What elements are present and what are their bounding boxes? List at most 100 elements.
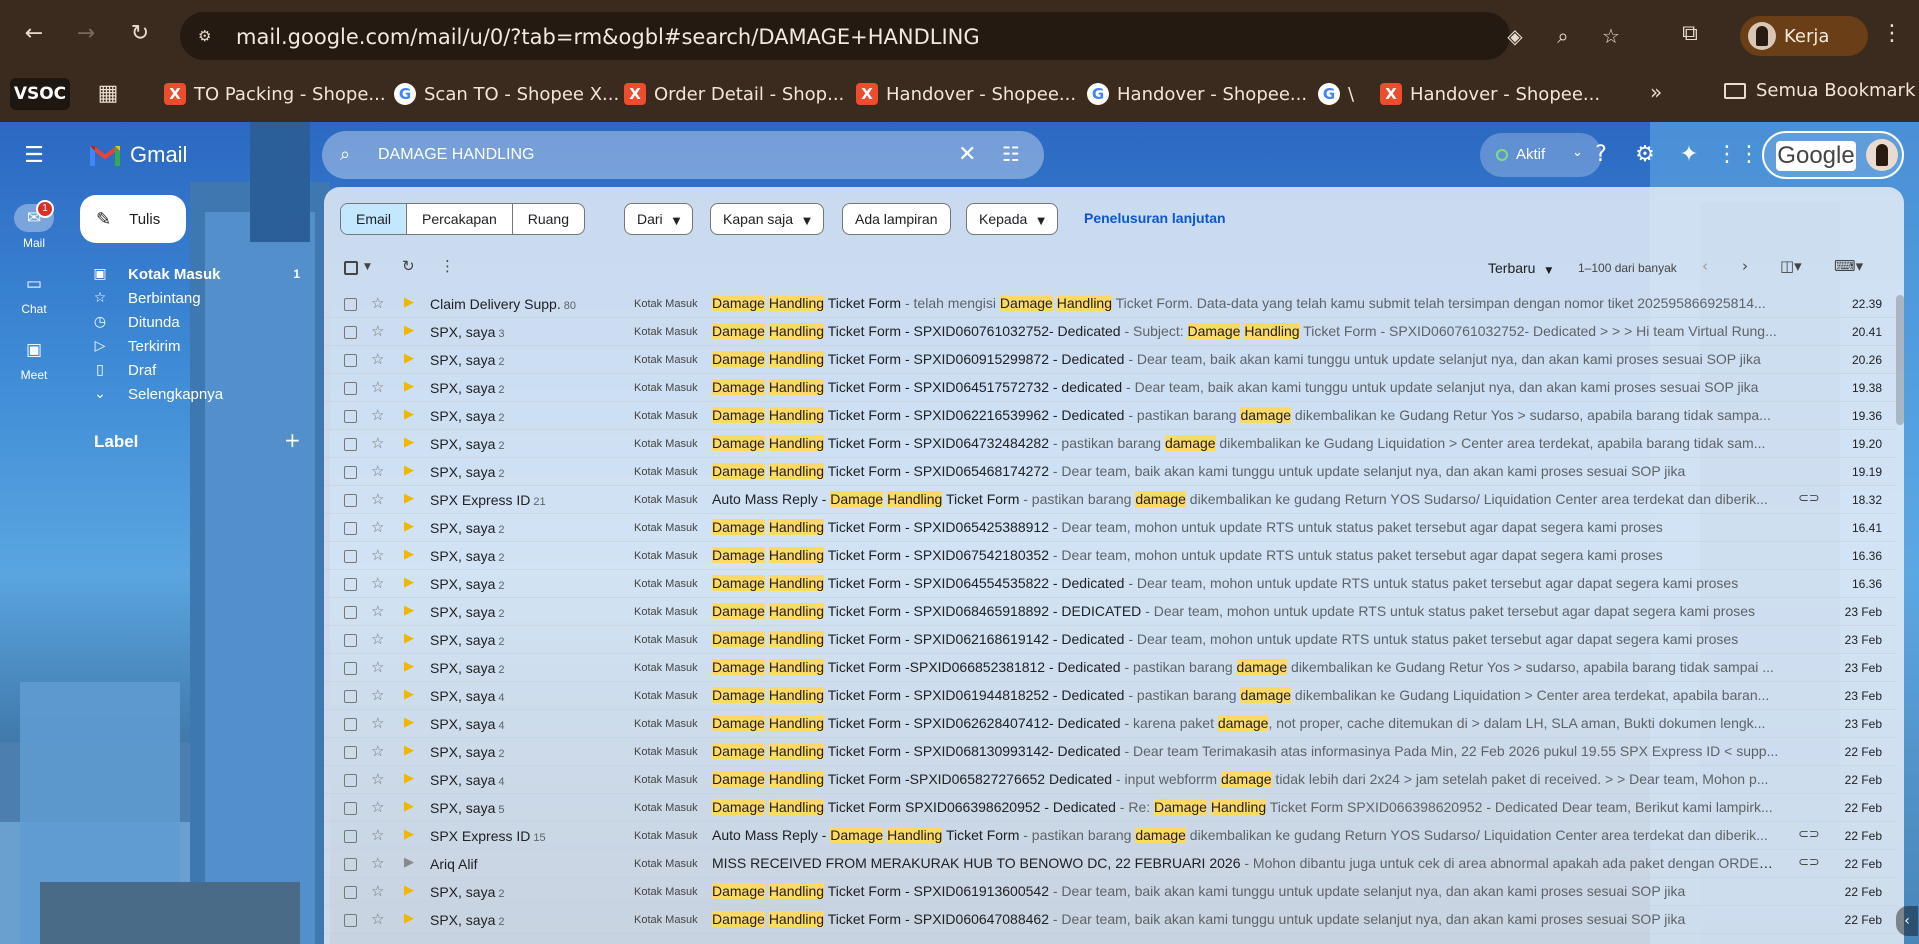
importance-marker-icon[interactable]: ▶ — [404, 407, 414, 422]
scope-spaces-tab[interactable]: Ruang — [511, 204, 584, 234]
prev-page-icon[interactable]: ‹ — [1702, 257, 1708, 275]
nav-item-selengkapnya[interactable]: ⌄ Selengkapnya — [90, 382, 310, 406]
bookmark-item[interactable]: X TO Packing - Shope... — [164, 80, 386, 108]
google-account-button[interactable]: Google — [1762, 131, 1904, 179]
advanced-search-link[interactable]: Penelusuran lanjutan — [1084, 210, 1226, 226]
star-icon[interactable]: ☆ — [371, 630, 384, 648]
star-icon[interactable]: ☆ — [371, 770, 384, 788]
rail-meet[interactable]: ▣ Meet — [6, 336, 62, 382]
gemini-sparkle-icon[interactable]: ✦ — [1674, 140, 1704, 170]
row-checkbox[interactable] — [344, 914, 357, 927]
all-bookmarks-folder[interactable]: Semua Bookmark — [1724, 80, 1915, 101]
email-row[interactable]: ☆ ▶ Ariq Alif Kotak Masuk MISS RECEIVED FROM… — [324, 850, 1896, 878]
extensions-icon[interactable]: ⧉ — [1674, 18, 1706, 50]
nav-item-draf[interactable]: ▯ Draf — [90, 358, 310, 382]
row-checkbox[interactable] — [344, 354, 357, 367]
star-icon[interactable]: ☆ — [371, 798, 384, 816]
filter-from-chip[interactable]: Dari ▼ — [624, 203, 694, 235]
google-apps-icon[interactable]: ⋮⋮ — [1716, 140, 1760, 170]
importance-marker-icon[interactable]: ▶ — [404, 463, 414, 478]
email-row[interactable]: ☆ ▶ SPX, saya 2 Kotak Masuk Damage Handling T… — [324, 458, 1896, 486]
importance-marker-icon[interactable]: ▶ — [404, 631, 414, 646]
email-row[interactable]: ☆ ▶ SPX, saya 2 Kotak Masuk Damage Handling T… — [324, 542, 1896, 570]
importance-marker-icon[interactable]: ▶ — [404, 435, 414, 450]
row-checkbox[interactable] — [344, 858, 357, 871]
email-row[interactable]: ☆ ▶ SPX Express ID 21 Kotak Masuk Auto Mass R… — [324, 486, 1896, 514]
row-checkbox[interactable] — [344, 634, 357, 647]
email-row[interactable]: ☆ ▶ SPX, saya 2 Kotak Masuk Damage Handling T… — [324, 346, 1896, 374]
star-icon[interactable]: ☆ — [371, 826, 384, 844]
star-icon[interactable]: ☆ — [371, 490, 384, 508]
rail-chat[interactable]: ▭ Chat — [6, 270, 62, 316]
star-icon[interactable]: ☆ — [371, 714, 384, 732]
bookmark-item[interactable]: X Order Detail - Shop... — [624, 80, 844, 108]
profile-button[interactable]: Kerja — [1740, 16, 1868, 56]
bookmark-star-icon[interactable]: ☆ — [1598, 23, 1624, 49]
more-bookmarks-icon[interactable]: » — [1650, 80, 1662, 104]
email-row[interactable]: ☆ ▶ SPX, saya 2 Kotak Masuk Damage Handling T… — [324, 430, 1896, 458]
search-icon[interactable]: ⌕ — [340, 143, 364, 167]
email-row[interactable]: ☆ ▶ SPX, saya 5 Kotak Masuk Damage Handling T… — [324, 794, 1896, 822]
star-icon[interactable]: ☆ — [371, 350, 384, 368]
settings-gear-icon[interactable]: ⚙ — [1630, 140, 1660, 170]
row-checkbox[interactable] — [344, 550, 357, 563]
zoom-icon[interactable]: ⌕ — [1550, 23, 1576, 49]
split-pane-icon[interactable]: ◫▾ — [1780, 257, 1802, 275]
sort-selector[interactable]: Terbaru ▼ — [1488, 260, 1552, 276]
row-checkbox[interactable] — [344, 382, 357, 395]
side-panel-toggle-icon[interactable]: ‹ — [1896, 906, 1918, 936]
star-icon[interactable]: ☆ — [371, 602, 384, 620]
help-icon[interactable]: ? — [1586, 140, 1616, 170]
importance-marker-icon[interactable]: ▶ — [404, 659, 414, 674]
list-scrollbar[interactable] — [1896, 295, 1904, 425]
email-row[interactable]: ☆ ▶ SPX, saya 2 Kotak Masuk Damage Handling T… — [324, 626, 1896, 654]
bookmark-item[interactable]: G Scan TO - Shopee X... — [394, 80, 619, 108]
main-menu-icon[interactable]: ☰ — [20, 144, 48, 168]
search-options-icon[interactable]: ☷ — [1002, 142, 1020, 166]
attachment-chip-icon[interactable]: ⊂⊃ — [1798, 827, 1820, 842]
importance-marker-icon[interactable]: ▶ — [404, 911, 414, 926]
forward-icon[interactable]: → — [70, 18, 102, 50]
star-icon[interactable]: ☆ — [371, 854, 384, 872]
bookmark-item[interactable]: X Handover - Shopee... — [856, 80, 1076, 108]
row-checkbox[interactable] — [344, 494, 357, 507]
importance-marker-icon[interactable]: ▶ — [404, 687, 414, 702]
importance-marker-icon[interactable]: ▶ — [404, 491, 414, 506]
importance-marker-icon[interactable]: ▶ — [404, 883, 414, 898]
gmail-logo[interactable]: Gmail — [90, 142, 187, 168]
nav-item-terkirim[interactable]: ▷ Terkirim — [90, 334, 310, 358]
importance-marker-icon[interactable]: ▶ — [404, 323, 414, 338]
importance-marker-icon[interactable]: ▶ — [404, 743, 414, 758]
vsoc-bookmark[interactable]: VSOC — [10, 78, 70, 110]
row-checkbox[interactable] — [344, 578, 357, 591]
star-icon[interactable]: ☆ — [371, 882, 384, 900]
attachment-chip-icon[interactable]: ⊂⊃ — [1798, 855, 1820, 870]
star-icon[interactable]: ☆ — [371, 434, 384, 452]
star-icon[interactable]: ☆ — [371, 742, 384, 760]
star-icon[interactable]: ☆ — [371, 518, 384, 536]
row-checkbox[interactable] — [344, 718, 357, 731]
clear-search-icon[interactable]: ✕ — [958, 142, 976, 167]
importance-marker-icon[interactable]: ▶ — [404, 855, 414, 870]
bookmark-item[interactable]: G Handover - Shopee... — [1087, 80, 1307, 108]
input-tools-icon[interactable]: ⌨▾ — [1834, 257, 1863, 275]
email-row[interactable]: ☆ ▶ SPX, saya 3 Kotak Masuk Damage Handling T… — [324, 318, 1896, 346]
address-bar[interactable]: ⚙ mail.google.com/mail/u/0/?tab=rm&ogbl#… — [180, 12, 1510, 60]
attachment-chip-icon[interactable]: ⊂⊃ — [1798, 491, 1820, 506]
email-row[interactable]: ☆ ▶ SPX, saya 2 Kotak Masuk Damage Handling T… — [324, 598, 1896, 626]
importance-marker-icon[interactable]: ▶ — [404, 519, 414, 534]
email-row[interactable]: ☆ ▶ SPX, saya 2 Kotak Masuk Damage Handling T… — [324, 514, 1896, 542]
star-icon[interactable]: ☆ — [371, 546, 384, 564]
star-icon[interactable]: ☆ — [371, 322, 384, 340]
row-checkbox[interactable] — [344, 690, 357, 703]
row-checkbox[interactable] — [344, 886, 357, 899]
row-checkbox[interactable] — [344, 802, 357, 815]
row-checkbox[interactable] — [344, 606, 357, 619]
email-row[interactable]: ☆ ▶ SPX Express ID 15 Kotak Masuk Auto Mass R… — [324, 822, 1896, 850]
star-icon[interactable]: ☆ — [371, 378, 384, 396]
star-icon[interactable]: ☆ — [371, 574, 384, 592]
filter-attachment-chip[interactable]: Ada lampiran — [842, 203, 951, 235]
back-icon[interactable]: ← — [18, 18, 50, 50]
select-all-checkbox[interactable] — [344, 261, 358, 275]
importance-marker-icon[interactable]: ▶ — [404, 603, 414, 618]
